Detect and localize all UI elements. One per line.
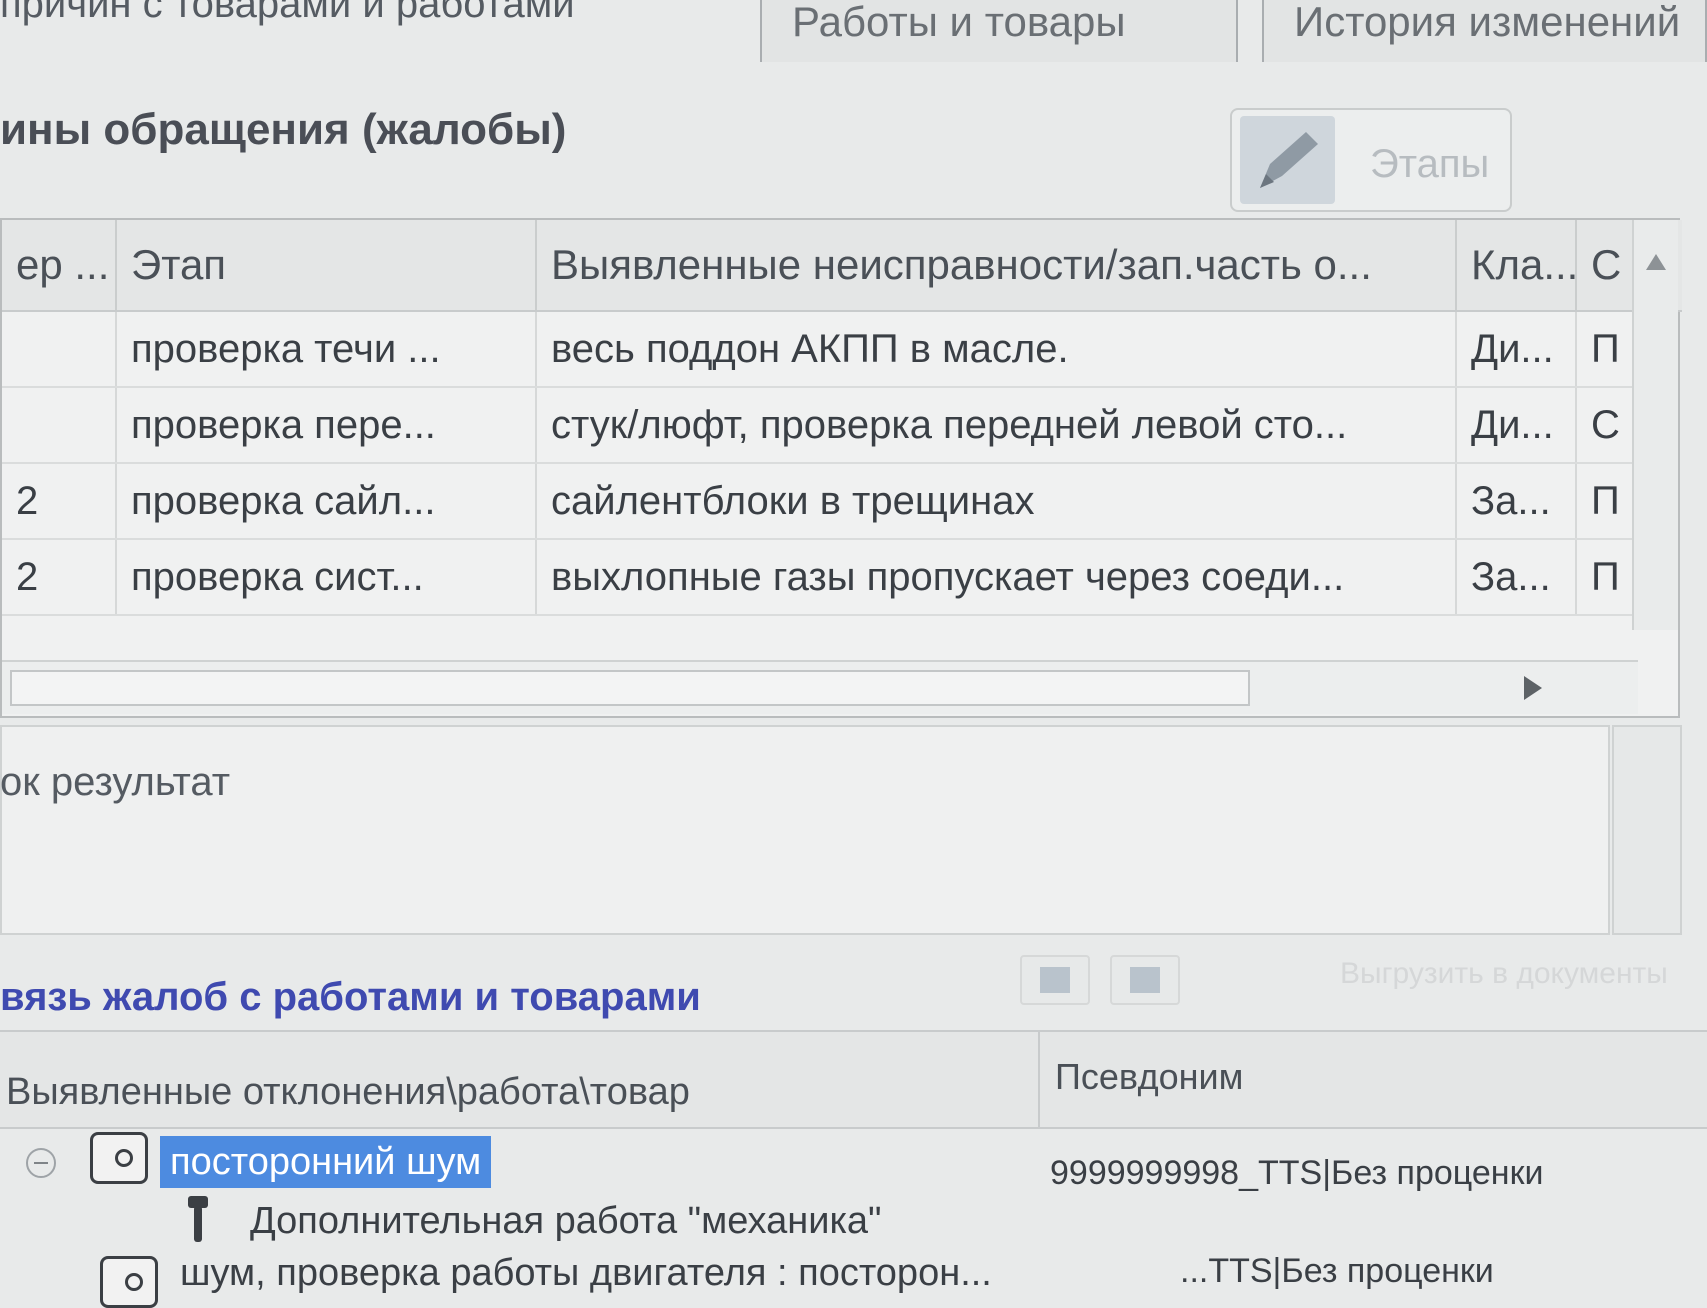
scroll-thumb[interactable] <box>10 670 1250 706</box>
tree-node[interactable]: шум, проверка работы двигателя : посторо… <box>0 1248 1707 1308</box>
wrench-icon <box>186 1196 208 1244</box>
row-s: П <box>1577 312 1637 386</box>
row-number <box>2 312 117 386</box>
tab-change-history[interactable]: История изменений <box>1262 0 1707 62</box>
check-icon <box>1040 967 1070 993</box>
row-fault: весь поддон АКПП в масле. <box>537 312 1457 386</box>
export-to-documents-button[interactable]: Выгрузить в документы <box>1340 957 1668 991</box>
col-fault-header[interactable]: Выявленные неисправности/зап.часть о... <box>537 220 1457 310</box>
tree-node-label[interactable]: посторонний шум <box>160 1136 492 1188</box>
complaints-section-title: ины обращения (жалобы) <box>0 105 567 154</box>
row-class: За... <box>1457 464 1577 538</box>
tree-node-alias: ...TTS|Без проценки <box>1180 1252 1494 1290</box>
scroll-up-arrow-icon[interactable] <box>1646 254 1666 270</box>
table-row[interactable]: проверка пере... стук/люфт, проверка пер… <box>2 388 1642 464</box>
row-class: За... <box>1457 540 1577 614</box>
row-s: С <box>1577 388 1637 462</box>
grid-header: ер ... Этап Выявленные неисправности/зап… <box>2 220 1682 312</box>
row-number: 2 <box>2 464 117 538</box>
row-s: П <box>1577 540 1637 614</box>
row-number <box>2 388 117 462</box>
tree-node[interactable]: Дополнительная работа "механика" <box>0 1192 1707 1252</box>
vertical-scrollbar[interactable] <box>1632 220 1678 630</box>
copy-button[interactable] <box>1110 955 1180 1005</box>
collapse-icon[interactable] <box>26 1148 56 1178</box>
table-row[interactable]: 2 проверка сайл... сайлентблоки в трещин… <box>2 464 1642 540</box>
stages-button[interactable]: Этапы <box>1230 108 1512 212</box>
row-fault: сайлентблоки в трещинах <box>537 464 1457 538</box>
row-stage: проверка сайл... <box>117 464 537 538</box>
tab-complaints-goods[interactable]: причин с товарами и работами <box>0 0 575 27</box>
row-fault: стук/люфт, проверка передней левой сто..… <box>537 388 1457 462</box>
tab-works-goods[interactable]: Работы и товары <box>760 0 1238 62</box>
horizontal-scrollbar[interactable] <box>2 660 1638 714</box>
col-s-header[interactable]: С <box>1577 220 1637 310</box>
row-stage: проверка пере... <box>117 388 537 462</box>
col-deviation-header[interactable]: Выявленные отклонения\работа\товар <box>0 1032 1040 1127</box>
row-number: 2 <box>2 540 117 614</box>
result-scrollbar[interactable] <box>1612 725 1682 935</box>
pencil-icon <box>1240 116 1335 204</box>
result-label: ок результат <box>0 760 231 804</box>
search-document-icon <box>90 1132 148 1184</box>
row-class: Ди... <box>1457 388 1577 462</box>
row-s: П <box>1577 464 1637 538</box>
row-class: Ди... <box>1457 312 1577 386</box>
row-fault: выхлопные газы пропускает через соеди... <box>537 540 1457 614</box>
col-class-header[interactable]: Кла... <box>1457 220 1577 310</box>
result-panel <box>0 725 1610 935</box>
stages-button-label: Этапы <box>1370 142 1490 186</box>
row-stage: проверка сист... <box>117 540 537 614</box>
tab-bar: причин с товарами и работами Работы и то… <box>0 0 1707 70</box>
table-row[interactable]: проверка течи ... весь поддон АКПП в мас… <box>2 312 1642 388</box>
scroll-right-arrow-icon[interactable] <box>1524 676 1542 700</box>
link-toolbar: Выгрузить в документы <box>1020 955 1707 1010</box>
tree-node-alias: 9999999998_TTS|Без проценки <box>1050 1154 1544 1192</box>
col-stage-header[interactable]: Этап <box>117 220 537 310</box>
table-row[interactable]: 2 проверка сист... выхлопные газы пропус… <box>2 540 1642 616</box>
tree-node[interactable]: посторонний шум 9999999998_TTS|Без проце… <box>0 1132 1707 1192</box>
tree-node-label[interactable]: шум, проверка работы двигателя : посторо… <box>180 1252 992 1295</box>
complaints-grid: ер ... Этап Выявленные неисправности/зап… <box>0 218 1682 718</box>
link-section-title: вязь жалоб с работами и товарами <box>0 975 701 1019</box>
search-document-icon <box>100 1256 158 1308</box>
copy-icon <box>1130 967 1160 993</box>
row-stage: проверка течи ... <box>117 312 537 386</box>
tree-node-label[interactable]: Дополнительная работа "механика" <box>250 1200 882 1243</box>
col-alias-header[interactable]: Псевдоним <box>1055 1032 1243 1122</box>
tree-header: Выявленные отклонения\работа\товар Псевд… <box>0 1030 1707 1129</box>
check-all-button[interactable] <box>1020 955 1090 1005</box>
col-number-header[interactable]: ер ... <box>2 220 117 310</box>
